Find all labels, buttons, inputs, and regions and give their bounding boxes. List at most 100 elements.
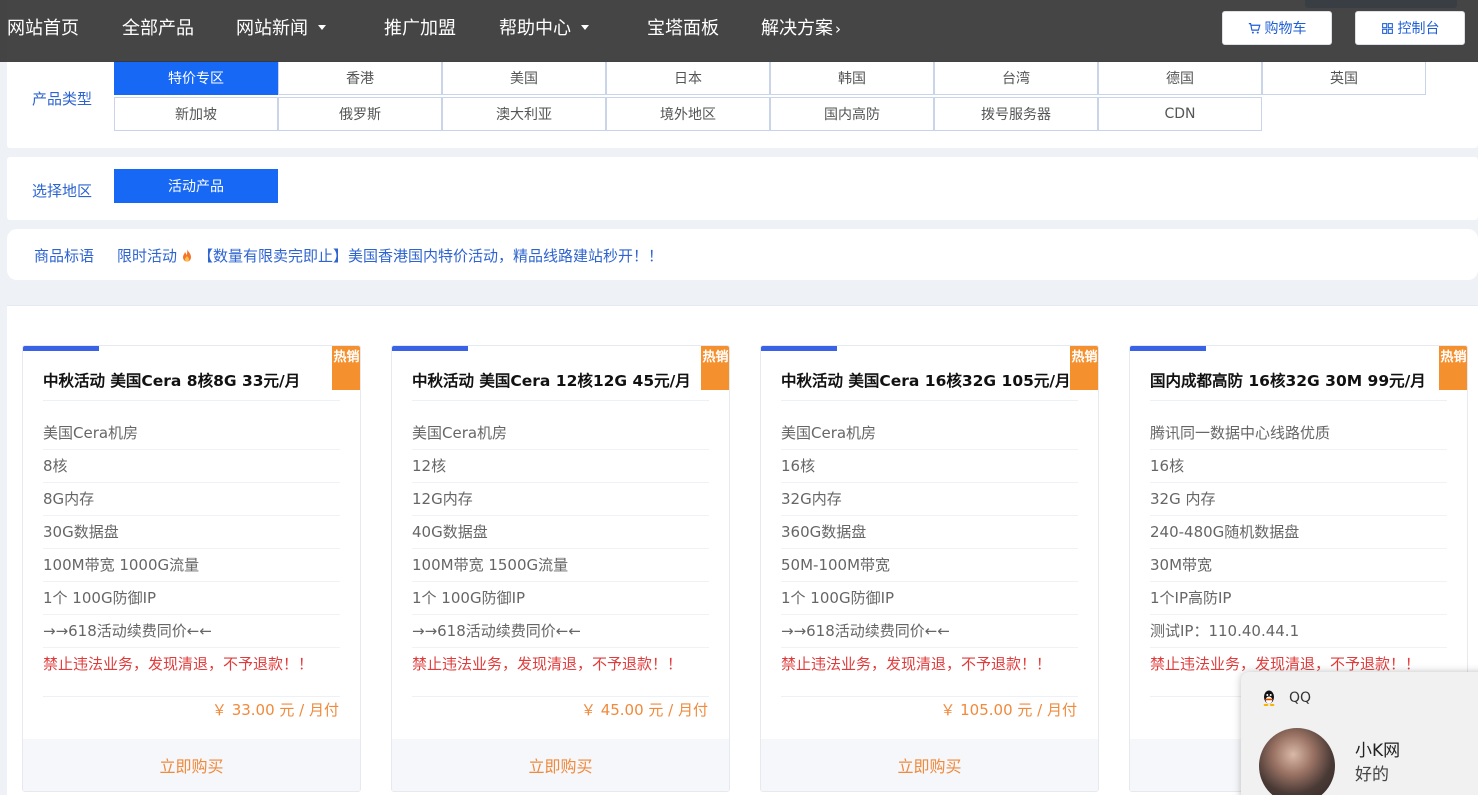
slogan-label: 商品标语: [34, 247, 95, 265]
product-card: 热销 中秋活动 美国Cera 8核8G 33元/月 美国Cera机房 8核 8G内存…: [22, 345, 361, 792]
card-feature: 1个 100G防御IP: [781, 582, 1078, 615]
caret-down-icon: [318, 24, 326, 30]
product-type-option[interactable]: 俄罗斯: [278, 97, 442, 131]
card-feature: 32G 内存: [1150, 483, 1447, 516]
console-button[interactable]: 控制台: [1355, 11, 1465, 45]
product-type-option[interactable]: 澳大利亚: [442, 97, 606, 131]
hot-sale-badge: 热销: [332, 346, 360, 390]
nav-affiliate[interactable]: 推广加盟: [384, 14, 456, 40]
product-type-option[interactable]: 日本: [606, 61, 770, 95]
card-feature: 240-480G随机数据盘: [1150, 516, 1447, 549]
chevron-right-icon: ›: [835, 20, 841, 38]
nav-help[interactable]: 帮助中心: [499, 14, 589, 40]
product-type-option[interactable]: 德国: [1098, 61, 1262, 95]
nav-help-label: 帮助中心: [499, 18, 571, 39]
product-type-option[interactable]: 香港: [278, 61, 442, 95]
card-feature: 美国Cera机房: [412, 417, 709, 450]
product-type-option[interactable]: 国内高防: [770, 97, 934, 131]
card-accent-bar: [23, 346, 99, 351]
buy-now-button[interactable]: 立即购买: [761, 739, 1098, 791]
product-card: 热销 中秋活动 美国Cera 12核12G 45元/月 美国Cera机房 12核 1…: [391, 345, 730, 792]
card-feature: 30M带宽: [1150, 549, 1447, 582]
nav-all-products[interactable]: 全部产品: [122, 14, 194, 40]
divider: [43, 696, 340, 697]
card-title: 中秋活动 美国Cera 12核12G 45元/月: [412, 372, 691, 390]
product-type-option[interactable]: 台湾: [934, 61, 1098, 95]
card-warning: 禁止违法业务，发现清退，不予退款！！: [412, 655, 683, 673]
region-panel: 选择地区 活动产品: [7, 157, 1478, 220]
card-title: 国内成都高防 16核32G 30M 99元/月: [1150, 372, 1426, 390]
product-type-option[interactable]: CDN: [1098, 97, 1262, 131]
chat-contact-name: 小K网: [1355, 741, 1401, 761]
divider: [1150, 400, 1447, 401]
slogan-prefix: 限时活动: [117, 247, 178, 265]
card-feature: 16核: [1150, 450, 1447, 483]
card-feature: 12核: [412, 450, 709, 483]
card-price: ￥ 105.00 元 / 月付: [940, 701, 1077, 719]
card-title: 中秋活动 美国Cera 16核32G 105元/月: [781, 372, 1071, 390]
card-accent-bar: [1130, 346, 1206, 351]
card-accent-bar: [761, 346, 837, 351]
divider: [43, 400, 340, 401]
nav-news[interactable]: 网站新闻: [236, 14, 326, 40]
card-feature-list: 美国Cera机房 16核 32G内存 360G数据盘 50M-100M带宽 1个 100G…: [781, 417, 1078, 681]
product-type-option[interactable]: 英国: [1262, 61, 1426, 95]
region-option-active-products[interactable]: 活动产品: [114, 169, 278, 203]
buy-now-button[interactable]: 立即购买: [23, 739, 360, 791]
product-type-label: 产品类型: [32, 90, 93, 108]
qq-chat-popup[interactable]: QQ 小K网 好的: [1241, 672, 1478, 795]
card-feature: 1个IP高防IP: [1150, 582, 1447, 615]
caret-down-icon: [581, 24, 589, 30]
card-feature: 40G数据盘: [412, 516, 709, 549]
card-feature-list: 美国Cera机房 12核 12G内存 40G数据盘 100M带宽 1500G流量 1个 1…: [412, 417, 709, 681]
card-feature: 30G数据盘: [43, 516, 340, 549]
product-type-option[interactable]: 境外地区: [606, 97, 770, 131]
divider: [412, 696, 709, 697]
nav-home[interactable]: 网站首页: [7, 14, 79, 40]
cart-button[interactable]: 购物车: [1222, 11, 1332, 45]
card-warning: 禁止违法业务，发现清退，不予退款！！: [781, 655, 1052, 673]
card-title: 中秋活动 美国Cera 8核8G 33元/月: [43, 372, 301, 390]
product-type-option[interactable]: 美国: [442, 61, 606, 95]
product-type-option[interactable]: 韩国: [770, 61, 934, 95]
card-warning: 禁止违法业务，发现清退，不予退款！！: [43, 655, 314, 673]
cart-button-label: 购物车: [1264, 21, 1307, 37]
region-label: 选择地区: [32, 182, 93, 200]
avatar: [1259, 728, 1335, 795]
product-type-option[interactable]: 拨号服务器: [934, 97, 1098, 131]
divider: [412, 400, 709, 401]
card-feature: 美国Cera机房: [43, 417, 340, 450]
card-feature: 16核: [781, 450, 1078, 483]
card-feature: 100M带宽 1000G流量: [43, 549, 340, 582]
nav-solutions[interactable]: 解决方案 ›: [761, 14, 841, 40]
qq-chat-title: QQ: [1289, 690, 1312, 706]
card-accent-bar: [392, 346, 468, 351]
card-feature: 8G内存: [43, 483, 340, 516]
hot-sale-badge: 热销: [1070, 346, 1098, 390]
card-feature: 美国Cera机房: [781, 417, 1078, 450]
fire-icon: [183, 248, 192, 261]
card-feature: 12G内存: [412, 483, 709, 516]
card-feature: →→618活动续费同价←←: [412, 615, 709, 648]
product-type-option[interactable]: 特价专区: [114, 61, 278, 95]
divider: [781, 696, 1078, 697]
grid-icon: [1381, 22, 1393, 34]
product-card: 热销 中秋活动 美国Cera 16核32G 105元/月 美国Cera机房 16核…: [760, 345, 1099, 792]
card-feature: 50M-100M带宽: [781, 549, 1078, 582]
card-feature: →→618活动续费同价←←: [781, 615, 1078, 648]
card-price: ￥ 45.00 元 / 月付: [580, 701, 708, 719]
nav-baota[interactable]: 宝塔面板: [647, 14, 719, 40]
card-feature: →→618活动续费同价←←: [43, 615, 340, 648]
buy-now-button[interactable]: 立即购买: [392, 739, 729, 791]
hot-sale-badge: 热销: [701, 346, 729, 390]
slogan-panel: 商品标语 限时活动 【数量有限卖完即止】美国香港国内特价活动，精品线路建站秒开！…: [7, 229, 1478, 280]
slogan-text: 【数量有限卖完即止】美国香港国内特价活动，精品线路建站秒开！！: [198, 247, 664, 265]
card-feature: 360G数据盘: [781, 516, 1078, 549]
card-feature: 1个 100G防御IP: [412, 582, 709, 615]
divider: [781, 400, 1078, 401]
nav-solutions-label: 解决方案: [761, 18, 833, 39]
product-type-option[interactable]: 新加坡: [114, 97, 278, 131]
slogan-content: 限时活动 【数量有限卖完即止】美国香港国内特价活动，精品线路建站秒开！！: [117, 245, 663, 266]
card-feature: 1个 100G防御IP: [43, 582, 340, 615]
chat-last-message: 好的: [1355, 765, 1389, 785]
